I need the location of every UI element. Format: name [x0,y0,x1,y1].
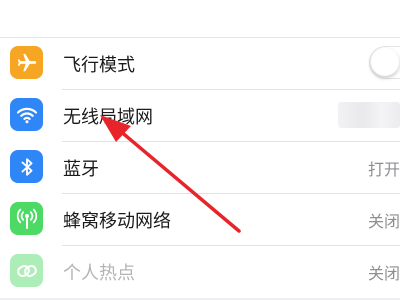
hotspot-status-value: 关闭 [368,264,400,283]
settings-row-label: 飞行模式 [63,55,135,76]
antenna-icon [10,202,43,235]
previous-section [0,0,400,38]
settings-row-label: 蜂窝移动网络 [63,211,171,232]
chain-link-icon [10,254,43,287]
settings-row-personal-hotspot[interactable]: 个人热点 关闭 [0,246,400,298]
settings-list: 飞行模式 无线局域网 蓝牙 打开 蜂窝移动网络 关闭 个人热点 关闭 [0,38,400,298]
settings-row-label: 无线局域网 [63,107,153,128]
bluetooth-icon [10,150,43,183]
settings-row-cellular[interactable]: 蜂窝移动网络 关闭 [0,194,400,246]
settings-row-airplane-mode[interactable]: 飞行模式 [0,38,400,90]
settings-row-bluetooth[interactable]: 蓝牙 打开 [0,142,400,194]
airplane-icon [10,46,43,79]
wifi-icon [10,98,43,131]
toggle-knob [371,48,399,76]
obscured-network-name [338,102,400,128]
bluetooth-status-value: 打开 [368,160,400,179]
airplane-mode-toggle[interactable] [369,46,400,79]
settings-row-wlan[interactable]: 无线局域网 [0,90,400,142]
settings-row-label: 蓝牙 [63,159,99,180]
settings-row-label: 个人热点 [63,263,135,284]
cellular-status-value: 关闭 [368,212,400,231]
settings-screen: 飞行模式 无线局域网 蓝牙 打开 蜂窝移动网络 关闭 个人热点 关闭 [0,0,400,300]
